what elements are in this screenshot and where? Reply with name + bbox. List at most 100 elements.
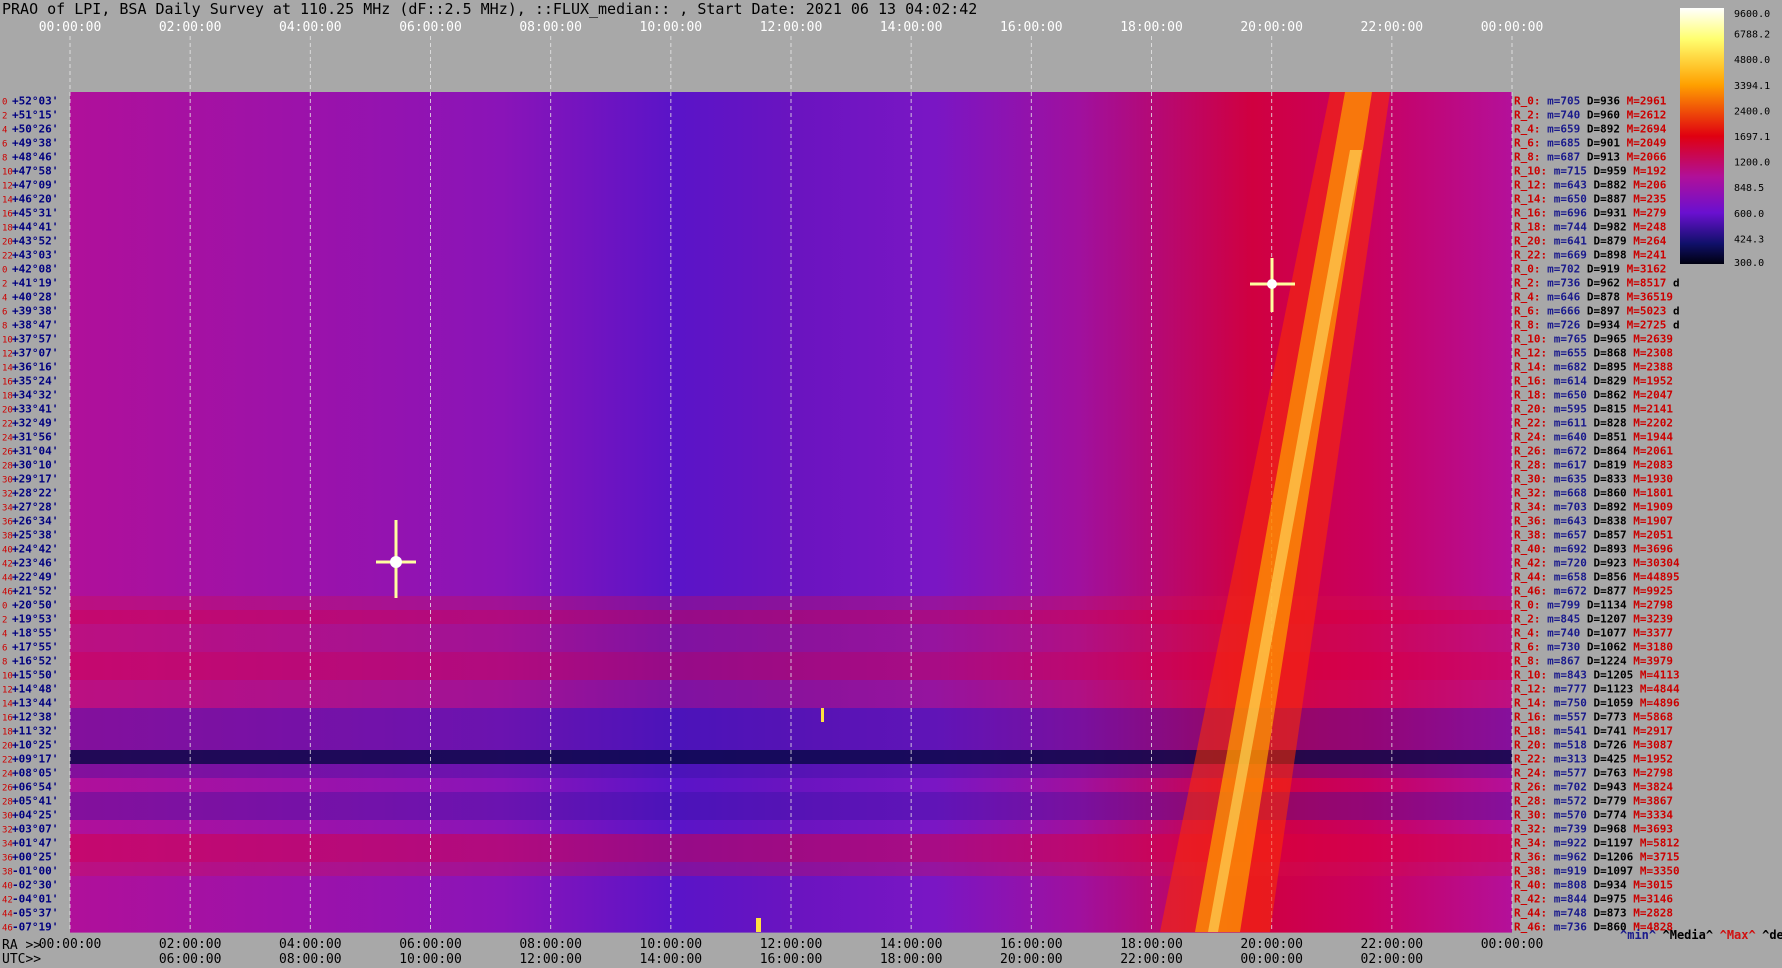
declination-label: +42°08' [12,263,58,276]
row-stat: R_4: m=659 D=892 M=2694 [1514,123,1667,136]
row-index: 4 [2,630,7,640]
row-index: 6 [2,644,7,654]
declination-label: +20°50' [12,599,58,612]
row-index: 0 [2,266,7,276]
top-tick-label: 18:00:00 [1120,20,1183,35]
declination-label: +37°07' [12,347,58,360]
declination-label: +39°38' [12,305,58,318]
row-stat: R_26: m=702 D=943 M=3824 d= 112 [1514,781,1680,794]
declination-label: +45°31' [12,207,58,220]
colorbar-tick: 2400.0 [1734,106,1770,117]
declination-label: +25°38' [12,529,58,542]
ra-tick-label: 18:00:00 [1120,937,1183,952]
declination-label: +13°44' [12,697,58,710]
declination-label: +29°17' [12,473,58,486]
row-stat: R_38: m=657 D=857 M=2051 d= 77 [1514,529,1680,542]
declination-label: -05°37' [12,907,58,920]
top-time-axis: 00:00:00 02:00:00 04:00:00 06:00:00 08:00:00… [39,20,1544,35]
colorbar-tick: 848.5 [1734,183,1764,194]
top-tick-label: 00:00:00 [39,20,102,35]
colorbar-ticks: 9600.0 6788.2 4800.0 3394.1 2400.0 1697.1 1200… [1734,9,1770,268]
row-stat: R_40: m=692 D=893 M=3696 d= 84 [1514,543,1680,556]
colorbar-tick: 9600.0 [1734,9,1770,20]
colorbar-tick: 1200.0 [1734,158,1770,169]
utc-tick-label: 02:00:00 [1361,952,1424,967]
row-stat: R_24: m=640 D=851 M=1944 d= 82 [1514,431,1680,444]
declination-label: +10°25' [12,739,58,752]
utc-tick-label: 06:00:00 [159,952,222,967]
bottom-ra-label: RA >> [2,938,42,953]
source-spike [821,708,824,722]
row-stat: R_28: m=572 D=779 M=3867 d= 89 [1514,795,1680,808]
declination-label: +49°38' [12,137,58,150]
declination-label: +34°32' [12,389,58,402]
row-stat: R_0: m=702 D=919 M=3162 [1514,263,1666,276]
declination-label: +38°47' [12,319,58,332]
row-stat: R_44: m=658 D=856 M=44895 d= 99 [1514,571,1680,584]
declination-label: +41°19' [12,277,58,290]
row-stat: R_2: m=740 D=960 M=2612 [1514,109,1666,122]
row-stat: R_40: m=808 D=934 M=3015 d= 71 [1514,879,1680,892]
utc-tick-label: 08:00:00 [279,952,342,967]
row-stat: R_0: m=799 D=1134 M=2798 d= 142 [1514,599,1680,612]
row-stat: R_30: m=570 D=774 M=3334 d= 85 [1514,809,1680,822]
row-stat: R_8: m=687 D=913 M=2066 [1514,151,1667,164]
row-stat: R_20: m=641 D=879 M=264 [1514,235,1667,248]
declination-label: +48°46' [12,151,58,164]
row-stat: R_22: m=611 D=828 M=2202 d= 84 [1514,417,1680,430]
row-stat: R_20: m=518 D=726 M=3087 d= 89 [1514,739,1680,752]
row-stat: R_16: m=696 D=931 M=279 [1514,207,1666,220]
declination-label: +27°28' [12,501,58,514]
declination-label: +21°52' [12,585,58,598]
top-tick-label: 22:00:00 [1361,20,1424,35]
declination-label: +18°55' [12,627,58,640]
bottom-utc-label: UTC>> [2,952,42,967]
declination-label: +36°16' [12,361,58,374]
utc-tick-label: 16:00:00 [760,952,823,967]
declination-label: +00°25' [12,851,58,864]
declination-label: +09°17' [12,753,58,766]
declination-label: +43°03' [12,249,58,262]
row-stat: R_32: m=739 D=968 M=3693 d= 108 [1514,823,1680,836]
ra-tick-label: 00:00:00 [1481,937,1544,952]
declination-label: +47°09' [12,179,58,192]
colorbar-tick: 1697.1 [1734,132,1770,143]
declination-label: +23°46' [12,557,58,570]
declination-label: +11°32' [12,725,58,738]
row-index: 2 [2,112,7,122]
row-stat: R_42: m=720 D=923 M=30304 d= 100 [1514,557,1680,570]
source-spike [756,918,761,932]
declination-label: +15°50' [12,669,58,682]
row-stat: R_6: m=666 D=897 M=5023 d= 99 [1514,305,1680,318]
row-stat: R_46: m=672 D=877 M=9925 d= 93 [1514,585,1680,598]
row-index: 8 [2,322,7,332]
declination-label: +35°24' [12,375,58,388]
ra-tick-label: 02:00:00 [159,937,222,952]
ra-tick-label: 04:00:00 [279,937,342,952]
row-stat: R_26: m=672 D=864 M=2061 d= 75 [1514,445,1680,458]
row-index: 0 [2,98,7,108]
ra-tick-label: 22:00:00 [1361,937,1424,952]
ra-tick-label: 16:00:00 [1000,937,1063,952]
top-tick-label: 06:00:00 [399,20,462,35]
utc-tick-label: 18:00:00 [880,952,943,967]
row-stat: R_34: m=922 D=1197 M=5812 d= 134 [1514,837,1680,850]
row-stat: R_6: m=730 D=1062 M=3180 d= 150 [1514,641,1680,654]
declination-label: +26°34' [12,515,58,528]
declination-label: +50°26' [12,123,58,136]
row-stat: R_4: m=740 D=1077 M=3377 d= 158 [1514,627,1680,640]
row-stat: R_34: m=703 D=892 M=1909 d= 72 [1514,501,1680,514]
legend-item: ^devia^ [1762,928,1782,942]
declination-label: +32°49' [12,417,58,430]
declination-label: +51°15' [12,109,58,122]
heatmap-chart: 0 +52°03' 2 +51°15' 4 +50°26' 6 +49°38' 8 +48°46'… [2,20,1680,967]
row-stat: R_36: m=962 D=1206 M=3715 d= 124 [1514,851,1680,864]
row-stat: R_16: m=557 D=773 M=5868 d= 94 [1514,711,1680,724]
ra-tick-label: 10:00:00 [640,937,703,952]
declination-label: +08°05' [12,767,58,780]
colorbar-gradient [1680,8,1724,264]
row-index: 6 [2,308,7,318]
row-stat: R_16: m=614 D=829 M=1952 d= 81 [1514,375,1680,388]
row-stat: R_12: m=643 D=882 M=206 [1514,179,1667,192]
row-stat: R_0: m=705 D=936 M=2961 [1514,95,1667,108]
